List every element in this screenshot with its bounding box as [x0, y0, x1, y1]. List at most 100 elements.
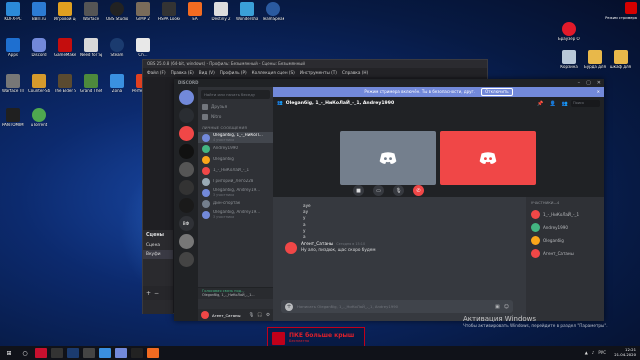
add-scene-icon[interactable]: + [146, 290, 151, 297]
add-member-icon[interactable]: 👤 [550, 101, 556, 107]
nav-friends[interactable]: Друзья [198, 102, 273, 112]
menu-item-tools[interactable]: Инструменты (T) [300, 68, 337, 77]
disable-streamer-mode-button[interactable]: Отключить [481, 88, 513, 96]
desktop-icon[interactable]: GameMaker [54, 38, 76, 58]
minimize-icon[interactable]: – [578, 80, 581, 86]
desktop-icon[interactable]: Wondershare Video Edition [236, 2, 258, 22]
pin-icon[interactable]: 📌 [537, 101, 543, 107]
clock[interactable]: 12:21 21.04.2020 [614, 347, 636, 357]
desktop-icon[interactable]: Ch... [132, 38, 154, 58]
desktop-icon[interactable]: Бурда для Хода... [584, 50, 606, 70]
menu-item-scene-collection[interactable]: Коллекция сцен (S) [252, 68, 295, 77]
close-icon[interactable]: ✕ [597, 87, 600, 97]
dm-item[interactable]: Дин-спортак [198, 198, 273, 209]
server-icon[interactable]: ВФ [178, 216, 194, 231]
server-icon[interactable] [178, 252, 194, 267]
close-icon[interactable]: ✕ [597, 80, 601, 86]
mic-icon[interactable]: 🎙 [249, 313, 255, 318]
start-button[interactable]: ⊞ [3, 348, 15, 358]
desktop-icon[interactable]: TeamSpeak 3 Client [262, 2, 284, 22]
desktop-icon[interactable]: Zona [106, 74, 128, 94]
server-icon[interactable] [178, 126, 194, 141]
desktop-icon[interactable]: Grand Theft Auto V [80, 74, 102, 94]
taskbar-app-icon[interactable] [83, 348, 95, 358]
taskbar-app-icon[interactable] [131, 348, 143, 358]
emoji-icon[interactable]: ☺ [504, 304, 509, 310]
voice-channel[interactable]: Oleganбig, 1_-_НиКоЛаЙ_-_1... [202, 293, 269, 297]
taskbar-app-icon[interactable] [147, 348, 159, 358]
menu-item-help[interactable]: Справка (H) [342, 68, 368, 77]
camera-button[interactable]: ■ [353, 185, 364, 196]
desktop-icon[interactable]: Корзина [558, 50, 580, 70]
scene-item[interactable]: Вкуфи [143, 250, 173, 259]
desktop-icon[interactable]: Игровой центр [54, 2, 76, 22]
scene-item[interactable]: Сцена [143, 241, 173, 250]
network-icon[interactable]: ▲ [585, 350, 588, 355]
desktop-icon[interactable]: ВВП.ru [28, 2, 50, 22]
desktop-icon[interactable]: шкаф для Хода... [610, 50, 632, 70]
video-tile[interactable] [440, 131, 536, 185]
search-icon[interactable]: ○ [19, 348, 31, 358]
dm-item[interactable]: Oleganбig [198, 154, 273, 165]
dm-search-input[interactable]: Найти или начать беседу [201, 90, 270, 99]
server-icon[interactable] [178, 162, 194, 177]
taskbar-app-icon[interactable] [67, 348, 79, 358]
dm-item[interactable]: 1_-_НиКоЛаЙ_-_1 [198, 165, 273, 176]
desktop-icon[interactable]: Destiny 2 [210, 2, 232, 22]
mute-button[interactable]: 🎙 [393, 185, 404, 196]
server-icon[interactable] [178, 198, 194, 213]
video-tile[interactable] [340, 131, 436, 185]
menu-item-edit[interactable]: Правка (E) [171, 68, 194, 77]
desktop-icon[interactable]: KDFX-PC [2, 2, 24, 22]
gif-icon[interactable]: ▣ [495, 304, 500, 310]
desktop-icon[interactable]: Discord [28, 38, 50, 58]
desktop-icon[interactable]: uTorrent [28, 108, 50, 128]
taskbar-app-icon[interactable] [115, 348, 127, 358]
member-item[interactable]: Oleganбig [531, 234, 599, 247]
message-input[interactable]: Написать Oleganбig, 1_-_НиКоЛаЙ_-_1, And… [297, 304, 491, 309]
gear-icon[interactable]: ⚙ [266, 313, 270, 318]
taskbar-app-icon[interactable] [35, 348, 47, 358]
dm-item[interactable]: Andrey1990 [198, 143, 273, 154]
member-item[interactable]: Andrey1990 [531, 221, 599, 234]
taskbar-app-icon[interactable] [51, 348, 63, 358]
member-item[interactable]: 1_-_НиКоЛаЙ_-_1 [531, 208, 599, 221]
menu-item-file[interactable]: Файл (F) [147, 68, 166, 77]
server-icon[interactable] [178, 108, 194, 123]
desktop-icon[interactable]: Need for Speed [80, 38, 102, 58]
desktop-icon[interactable]: The Elder Scrolls Online [54, 74, 76, 94]
desktop-icon[interactable]: Counter-Strike Global Offe... [28, 74, 50, 94]
volume-icon[interactable]: ♪ [592, 350, 595, 355]
server-icon[interactable] [178, 234, 194, 249]
maximize-icon[interactable]: ▢ [586, 80, 591, 86]
disconnect-button[interactable]: ✆ [413, 185, 424, 196]
language-indicator[interactable]: РУС [598, 350, 606, 355]
desktop-icon[interactable]: Steam [106, 38, 128, 58]
remove-scene-icon[interactable]: − [154, 290, 159, 297]
server-icon[interactable] [178, 144, 194, 159]
members-icon[interactable]: 👥 [562, 101, 568, 107]
add-attachment-icon[interactable]: + [285, 302, 293, 311]
message-composer[interactable]: + Написать Oleganбig, 1_-_НиКоЛаЙ_-_1, A… [281, 300, 513, 313]
taskbar-app-icon[interactable] [99, 348, 111, 358]
dm-item[interactable]: Oleganбig, Andrey19... 3 участника [198, 209, 273, 220]
menu-item-view[interactable]: Вид (V) [199, 68, 215, 77]
home-server-icon[interactable] [178, 90, 194, 105]
menu-item-profile[interactable]: Профиль (P) [220, 68, 247, 77]
desktop-icon[interactable]: GIMP 2 [132, 2, 154, 22]
server-icon[interactable] [178, 180, 194, 195]
desktop-icon[interactable]: Warface [80, 2, 102, 22]
discord-window[interactable]: DISCORD – ▢ ✕ ВФ Найти или начать беседу… [174, 79, 604, 321]
member-item[interactable]: Агент_Сатаны [531, 247, 599, 260]
desktop-icon[interactable]: Warface ПТС [2, 74, 24, 94]
desktop-icon[interactable]: Apps [2, 38, 24, 58]
headphones-icon[interactable]: 🎧 [257, 313, 263, 318]
desktop-icon[interactable]: PANTOMIMY GAMING H... [2, 108, 24, 128]
screen-share-button[interactable]: ▭ [373, 185, 384, 196]
desktop-icon[interactable]: EA [184, 2, 206, 22]
header-search-input[interactable]: Поиск [571, 100, 600, 107]
dm-item[interactable]: Oleganбig, 1_-_НиКоЛ... 4 участника [198, 132, 273, 143]
nav-nitro[interactable]: Nitro [198, 112, 273, 122]
desktop-icon[interactable]: HSPA Looker v1.06 by Jo... [158, 2, 180, 22]
desktop-icon[interactable]: OBS Studio [106, 2, 128, 22]
